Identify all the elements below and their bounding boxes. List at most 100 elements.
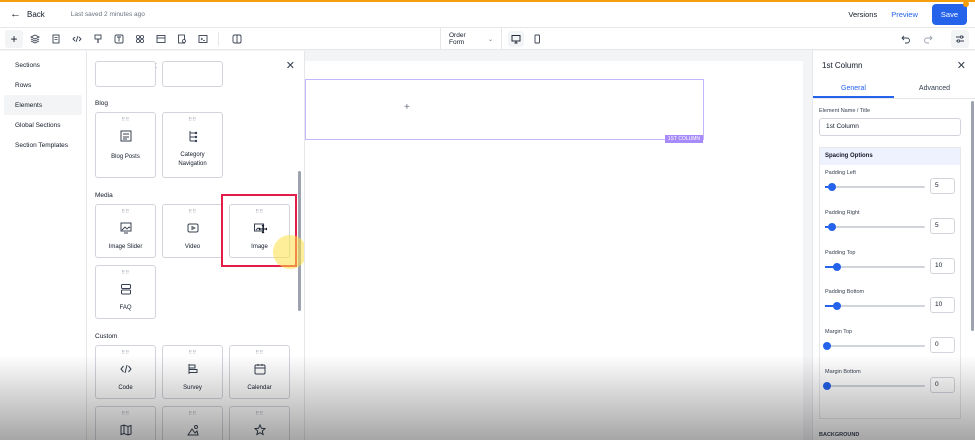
drag-handle-icon[interactable]: ⠿⠿: [188, 117, 196, 123]
element-card-video[interactable]: ⠿⠿ Video: [162, 204, 223, 258]
slider-knob[interactable]: [833, 302, 841, 311]
column-tag: 1ST COLUMN: [664, 135, 703, 143]
spacing-value-input[interactable]: 0: [930, 337, 955, 354]
split-view-icon[interactable]: [228, 30, 246, 48]
nav-item-rows[interactable]: Rows: [0, 75, 86, 95]
card-label: Survey: [183, 385, 202, 391]
spacing-options-title[interactable]: Spacing Options: [820, 148, 960, 165]
element-card-partial[interactable]: [162, 61, 223, 87]
page-select-value: Order Form: [449, 32, 466, 46]
element-card-code[interactable]: ⠿⠿ Code: [95, 345, 156, 399]
section-label-media: Media: [95, 192, 113, 199]
element-card-calendar[interactable]: ⠿⠿ Calendar: [229, 345, 290, 399]
slider-knob[interactable]: [828, 183, 836, 191]
add-icon[interactable]: +: [5, 29, 23, 48]
drag-handle-icon[interactable]: ⠿⠿: [121, 117, 129, 123]
drag-handle-icon[interactable]: ⠿⠿: [255, 411, 263, 417]
terminal-icon[interactable]: [194, 30, 212, 48]
code-icon[interactable]: [68, 30, 86, 48]
nav-item-section-templates[interactable]: Section Templates: [0, 135, 86, 155]
chevron-down-icon: ⌄: [487, 36, 493, 43]
card-label: Calendar: [247, 385, 272, 391]
spacing-value-input[interactable]: 0: [930, 377, 955, 393]
element-card-blog-posts[interactable]: ⠿⠿ Blog Posts: [95, 112, 156, 178]
slider-knob[interactable]: [823, 382, 831, 390]
image-slider-icon: [120, 222, 131, 234]
spacing-value-input[interactable]: 5: [930, 178, 955, 194]
spacing-value-input[interactable]: 5: [930, 217, 955, 234]
page-icon[interactable]: [47, 30, 65, 48]
element-card-image-edit[interactable]: ⠿⠿: [162, 406, 223, 440]
cursor-highlight: [273, 235, 304, 269]
element-card-map[interactable]: ⠿⠿: [95, 406, 156, 440]
redo-icon[interactable]: [919, 30, 937, 48]
spacing-slider[interactable]: [823, 342, 925, 351]
settings-sliders-icon[interactable]: [951, 30, 969, 48]
undo-icon[interactable]: [897, 30, 915, 48]
properties-panel: 1st Column ✕ General Advanced Element Na…: [812, 51, 975, 440]
spacing-row: Padding Top 10: [820, 250, 960, 290]
element-card-faq[interactable]: ⠿⠿ FAQ: [95, 265, 156, 319]
preview-button[interactable]: Preview: [891, 10, 918, 19]
properties-scrollbar[interactable]: [971, 101, 974, 331]
element-card-partial[interactable]: [95, 61, 156, 87]
drag-handle-icon[interactable]: ⠿⠿: [121, 270, 129, 276]
close-icon[interactable]: ✕: [957, 59, 966, 72]
spacing-slider[interactable]: [825, 222, 925, 231]
save-button[interactable]: Save: [931, 1, 969, 25]
form-search-icon[interactable]: [173, 30, 191, 48]
page-select[interactable]: Order Form ⌄: [440, 28, 502, 50]
slider-knob[interactable]: [823, 342, 831, 351]
spacing-row-label: Padding Bottom: [825, 289, 865, 296]
brush-icon[interactable]: [89, 30, 107, 48]
code-icon: [119, 364, 132, 374]
drag-handle-icon[interactable]: ⠿⠿: [188, 411, 196, 417]
column-drop-zone[interactable]: + 1ST COLUMN: [305, 79, 704, 143]
drag-handle-icon[interactable]: ⠿⠿: [255, 350, 263, 356]
layout-icon[interactable]: [152, 30, 170, 48]
spacing-row-label: Margin Bottom: [825, 369, 861, 375]
versions-button[interactable]: Versions: [848, 10, 877, 19]
drag-handle-icon[interactable]: ⠿⠿: [188, 350, 196, 356]
spacing-slider[interactable]: [825, 262, 925, 271]
drag-handle-icon[interactable]: ⠿⠿: [188, 209, 196, 215]
layers-icon[interactable]: [26, 30, 44, 48]
element-name-input[interactable]: 1st Column: [819, 118, 961, 136]
spacing-slider[interactable]: [823, 382, 925, 390]
slider-knob[interactable]: [828, 222, 836, 231]
drag-handle-icon[interactable]: ⠿⠿: [121, 411, 129, 417]
element-card-category-navigation[interactable]: ⠿⠿ Category Navigation: [162, 112, 223, 178]
drag-handle-icon[interactable]: ⠿⠿: [121, 209, 129, 215]
close-icon[interactable]: ✕: [286, 59, 295, 72]
section-label-custom: Custom: [95, 333, 118, 340]
element-card-survey[interactable]: ⠿⠿ Survey: [162, 345, 223, 399]
add-element-plus-icon[interactable]: +: [404, 102, 410, 113]
editor-toolbar: + Order Form ⌄: [0, 28, 975, 50]
nav-item-global-sections[interactable]: Global Sections: [0, 115, 86, 135]
element-card-rating[interactable]: ⠿⠿: [229, 406, 290, 440]
nav-item-sections[interactable]: Sections: [0, 55, 86, 75]
spacing-slider[interactable]: [825, 302, 925, 311]
page-canvas: + 1ST COLUMN: [305, 61, 803, 440]
video-icon: [187, 223, 198, 233]
tab-advanced[interactable]: Advanced: [894, 79, 975, 98]
card-label: Blog Posts: [111, 154, 140, 160]
editor-canvas: + 1ST COLUMN: [305, 51, 812, 440]
card-label: Video: [184, 244, 201, 250]
spacing-value-input[interactable]: 10: [930, 257, 955, 274]
element-card-image-slider[interactable]: ⠿⠿ Image Slider: [95, 204, 156, 258]
background-section-label: BACKGROUND: [819, 432, 860, 438]
mobile-view-button[interactable]: [529, 31, 545, 47]
slider-knob[interactable]: [833, 262, 841, 271]
desktop-view-button[interactable]: [508, 31, 524, 47]
spacing-value-input[interactable]: 10: [930, 297, 955, 314]
apps-icon[interactable]: [131, 30, 149, 48]
tab-general[interactable]: General: [813, 79, 894, 98]
drag-handle-icon[interactable]: ⠿⠿: [121, 350, 129, 356]
text-style-icon[interactable]: [110, 30, 128, 48]
survey-icon: [188, 364, 197, 374]
spacing-slider[interactable]: [825, 183, 925, 191]
back-button[interactable]: ← Back: [10, 9, 45, 20]
card-label-line-2: Navigation: [178, 161, 207, 167]
nav-item-elements[interactable]: Elements: [4, 95, 82, 115]
